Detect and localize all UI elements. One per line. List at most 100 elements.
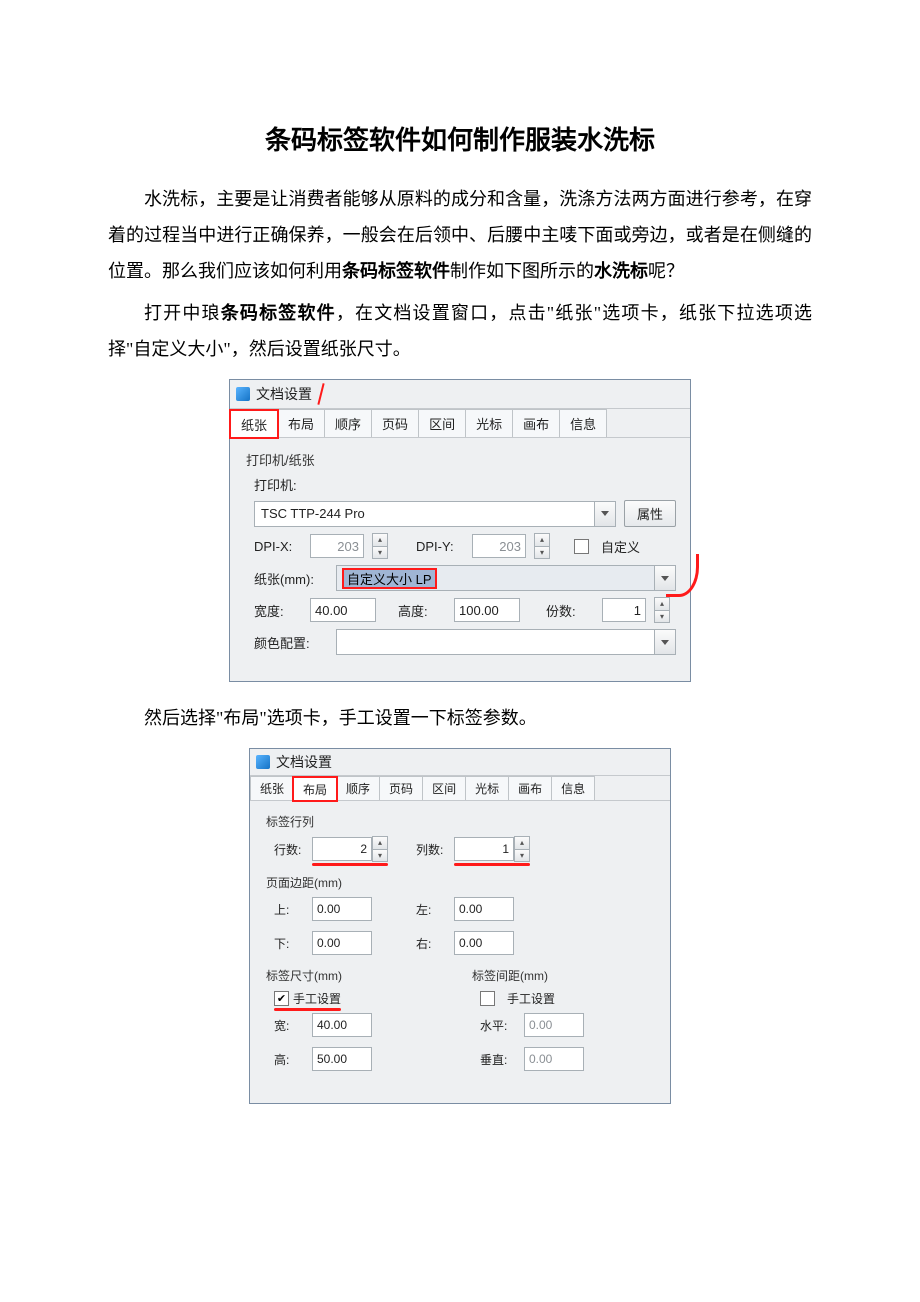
chevron-down-icon: [661, 576, 669, 581]
row-rows-cols: 行数: 2 ▴▾ 列数: 1 ▴▾: [264, 836, 656, 862]
manual-gap-label: 手工设置: [507, 990, 555, 1007]
panel-layout: 标签行列 行数: 2 ▴▾ 列数: 1 ▴▾: [250, 801, 670, 1103]
copies-spinner[interactable]: ▴▾: [654, 597, 670, 623]
tab-page[interactable]: 页码: [379, 776, 423, 800]
group-rows-cols: 标签行列 行数: 2 ▴▾ 列数: 1 ▴▾: [264, 813, 656, 862]
dropdown-button[interactable]: [594, 502, 615, 526]
tab-order[interactable]: 顺序: [336, 776, 380, 800]
chevron-down-icon: [661, 640, 669, 645]
group-label-size: 标签尺寸(mm) ✔ 手工设置 宽: 40.00 高:: [264, 967, 450, 1077]
bold-text: 条码标签软件: [221, 303, 336, 323]
margin-top-input[interactable]: 0.00: [312, 897, 372, 921]
tabs: 纸张 布局 顺序 页码 区间 光标 画布 信息: [230, 409, 690, 438]
dpiy-spinner[interactable]: ▴▾: [534, 533, 550, 559]
tab-cursor[interactable]: 光标: [465, 409, 513, 437]
dpix-spinner[interactable]: ▴▾: [372, 533, 388, 559]
paragraph-2: 打开中琅条码标签软件，在文档设置窗口，点击"纸张"选项卡，纸张下拉选项选择"自定…: [108, 295, 812, 367]
text: 呢？: [648, 261, 684, 281]
screenshot-1: 文档设置 纸张 布局 顺序 页码 区间 光标 画布 信息 打印机/纸张 打印机:: [108, 379, 812, 682]
group-title: 标签尺寸(mm): [264, 967, 450, 984]
cols-spinner[interactable]: ▴▾: [514, 836, 530, 862]
color-config-select[interactable]: [336, 629, 676, 655]
group-title: 标签行列: [264, 813, 656, 830]
row-gap-v: 垂直: 0.00: [470, 1047, 656, 1071]
custom-dpi-label: 自定义: [601, 537, 640, 556]
height-input[interactable]: 100.00: [454, 598, 520, 622]
custom-dpi-checkbox[interactable]: [574, 539, 589, 554]
dpiy-input[interactable]: 203: [472, 534, 526, 558]
document-page: 条码标签软件如何制作服装水洗标 水洗标，主要是让消费者能够从原料的成分和含量，洗…: [0, 0, 920, 1202]
tab-canvas[interactable]: 画布: [512, 409, 560, 437]
bold-text: 水洗标: [594, 261, 648, 281]
tab-range[interactable]: 区间: [422, 776, 466, 800]
tab-range[interactable]: 区间: [418, 409, 466, 437]
rows-field-annot: 2 ▴▾: [312, 836, 388, 862]
row-printer-select: TSC TTP-244 Pro 属性: [244, 500, 676, 527]
row-margin-top-left: 上: 0.00 左: 0.00: [264, 897, 656, 921]
row-printer-label: 打印机:: [244, 475, 676, 494]
paper-size-value: 自定义大小 LP: [343, 569, 436, 588]
tab-page[interactable]: 页码: [371, 409, 419, 437]
tab-layout[interactable]: 布局: [277, 409, 325, 437]
text: 制作如下图所示的: [450, 261, 594, 281]
margin-right-input[interactable]: 0.00: [454, 931, 514, 955]
bold-text: 条码标签软件: [342, 261, 450, 281]
paper-size-label: 纸张(mm):: [254, 569, 328, 588]
manual-gap-checkbox[interactable]: [480, 991, 495, 1006]
properties-button[interactable]: 属性: [624, 500, 676, 527]
cols-label: 列数:: [416, 841, 446, 858]
height-label: 高度:: [398, 601, 446, 620]
row-margin-bottom-right: 下: 0.00 右: 0.00: [264, 931, 656, 955]
app-icon: [236, 387, 250, 401]
gap-v-input[interactable]: 0.00: [524, 1047, 584, 1071]
rows-spinner[interactable]: ▴▾: [372, 836, 388, 862]
margin-left-input[interactable]: 0.00: [454, 897, 514, 921]
cols-input[interactable]: 1: [454, 837, 514, 861]
tab-paper[interactable]: 纸张: [230, 410, 278, 438]
rows-input[interactable]: 2: [312, 837, 372, 861]
size-w-label: 宽:: [274, 1017, 304, 1034]
size-h-label: 高:: [274, 1051, 304, 1068]
tab-paper[interactable]: 纸张: [250, 776, 294, 800]
dropdown-button[interactable]: [654, 630, 675, 654]
gap-h-input[interactable]: 0.00: [524, 1013, 584, 1037]
margin-bottom-label: 下:: [274, 935, 304, 952]
margin-right-label: 右:: [416, 935, 446, 952]
dialog-title: 文档设置: [256, 384, 312, 404]
size-w-input[interactable]: 40.00: [312, 1013, 372, 1037]
manual-size-label: 手工设置: [293, 990, 341, 1007]
cols-field-annot: 1 ▴▾: [454, 836, 530, 862]
group-title: 页面边距(mm): [264, 874, 656, 891]
width-input[interactable]: 40.00: [310, 598, 376, 622]
dpix-input[interactable]: 203: [310, 534, 364, 558]
row-paper-size: 纸张(mm): 自定义大小 LP: [244, 565, 676, 591]
size-h-input[interactable]: 50.00: [312, 1047, 372, 1071]
manual-size-checkbox[interactable]: ✔: [274, 991, 289, 1006]
tab-order[interactable]: 顺序: [324, 409, 372, 437]
copies-input[interactable]: 1: [602, 598, 646, 622]
dropdown-button[interactable]: [654, 566, 675, 590]
gap-h-label: 水平:: [480, 1017, 516, 1034]
row-size-w: 宽: 40.00: [264, 1013, 450, 1037]
chevron-down-icon: [601, 511, 609, 516]
printer-select[interactable]: TSC TTP-244 Pro: [254, 501, 616, 527]
paper-size-select[interactable]: 自定义大小 LP: [336, 565, 676, 591]
margin-bottom-input[interactable]: 0.00: [312, 931, 372, 955]
rows-label: 行数:: [274, 841, 304, 858]
printer-value: TSC TTP-244 Pro: [261, 506, 365, 521]
size-gap-row: 标签尺寸(mm) ✔ 手工设置 宽: 40.00 高:: [264, 967, 656, 1089]
tab-layout[interactable]: 布局: [293, 777, 337, 801]
tabs: 纸张 布局 顺序 页码 区间 光标 画布 信息: [250, 776, 670, 801]
row-gap-h: 水平: 0.00: [470, 1013, 656, 1037]
paragraph-1: 水洗标，主要是让消费者能够从原料的成分和含量，洗涤方法两方面进行参考，在穿着的过…: [108, 181, 812, 289]
color-config-label: 颜色配置:: [254, 633, 328, 652]
app-icon: [256, 755, 270, 769]
row-dimensions: 宽度: 40.00 高度: 100.00 份数: 1 ▴▾: [244, 597, 676, 623]
tab-info[interactable]: 信息: [559, 409, 607, 437]
document-settings-dialog: 文档设置 纸张 布局 顺序 页码 区间 光标 画布 信息 标签行列 行数:: [249, 748, 671, 1104]
tab-cursor[interactable]: 光标: [465, 776, 509, 800]
tab-canvas[interactable]: 画布: [508, 776, 552, 800]
tab-info[interactable]: 信息: [551, 776, 595, 800]
group-title: 标签间距(mm): [470, 967, 656, 984]
paragraph-3: 然后选择"布局"选项卡，手工设置一下标签参数。: [108, 700, 812, 736]
